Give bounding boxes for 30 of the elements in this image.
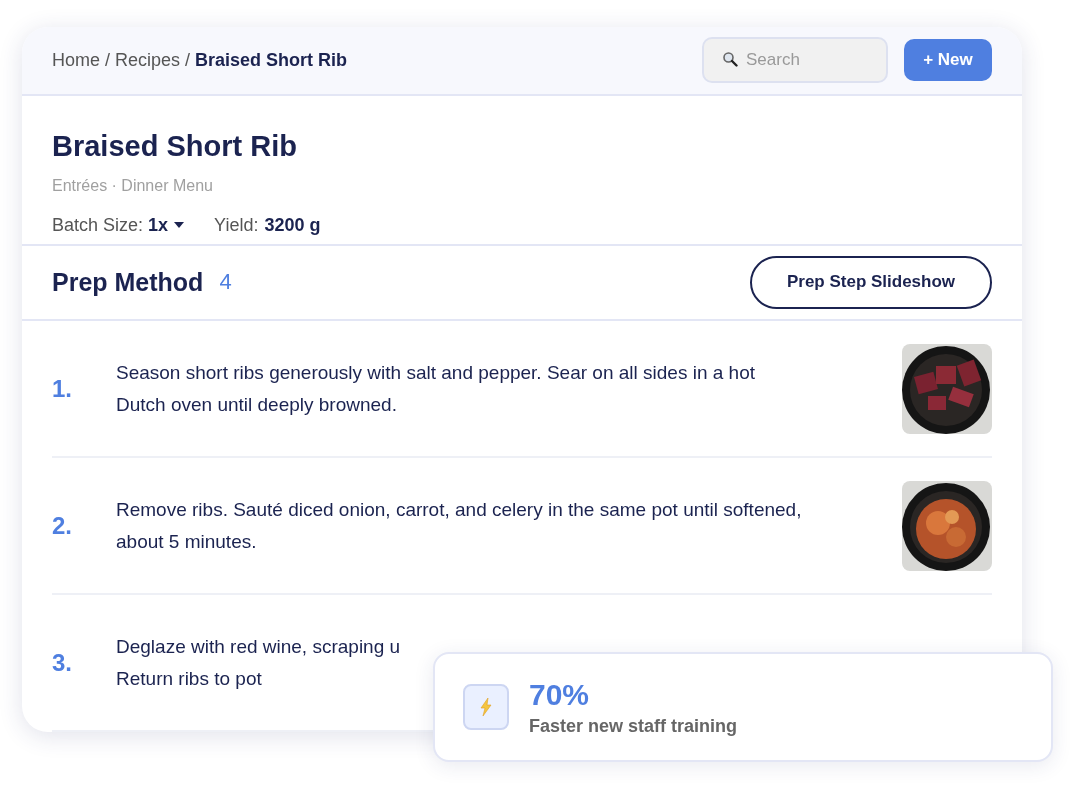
step-text: Dutch oven until deeply browned. bbox=[116, 392, 397, 417]
batch-size-label: Batch Size: bbox=[52, 214, 144, 236]
new-button[interactable]: + New bbox=[904, 39, 992, 82]
yield-value: 3200 g bbox=[264, 214, 321, 236]
breadcrumb-separator: / bbox=[105, 49, 111, 71]
step-number: 2. bbox=[52, 511, 73, 540]
step-text: Deglaze with red wine, scraping u bbox=[116, 634, 401, 659]
caret-icon bbox=[174, 222, 185, 229]
breadcrumb-separator: / bbox=[185, 49, 191, 71]
recipe-title: Braised Short Rib bbox=[52, 129, 298, 163]
search-icon bbox=[722, 51, 738, 68]
step-text: Season short ribs generously with salt and pepper. Sear on all sides in a hot bbox=[116, 360, 755, 385]
lightning-icon bbox=[463, 684, 509, 730]
stat-value: 70% bbox=[529, 677, 591, 712]
recipe-category: Entrées · Dinner Menu bbox=[52, 176, 214, 195]
breadcrumb-link[interactable]: Home bbox=[52, 49, 100, 71]
section-title: Prep Method bbox=[52, 268, 204, 297]
step-text: Return ribs to pot bbox=[116, 666, 262, 691]
yield-label: Yield: bbox=[214, 214, 259, 236]
breadcrumb-link[interactable]: Recipes bbox=[115, 49, 181, 71]
step-number: 3. bbox=[52, 648, 73, 677]
step-number: 1. bbox=[52, 374, 73, 403]
stat-label: Faster new staff training bbox=[529, 715, 738, 737]
step-text: Remove ribs. Sauté diced onion, carrot, and celery in the same pot until softened, bbox=[116, 497, 802, 522]
slideshow-button[interactable]: Prep Step Slideshow bbox=[750, 256, 992, 309]
breadcrumb-current: Braised Short Rib bbox=[195, 49, 348, 71]
batch-size-dropdown[interactable]: 1x bbox=[143, 214, 185, 236]
step-count: 4 bbox=[219, 269, 233, 296]
search-field[interactable]: Search bbox=[702, 37, 888, 84]
step-text: about 5 minutes. bbox=[116, 529, 257, 554]
